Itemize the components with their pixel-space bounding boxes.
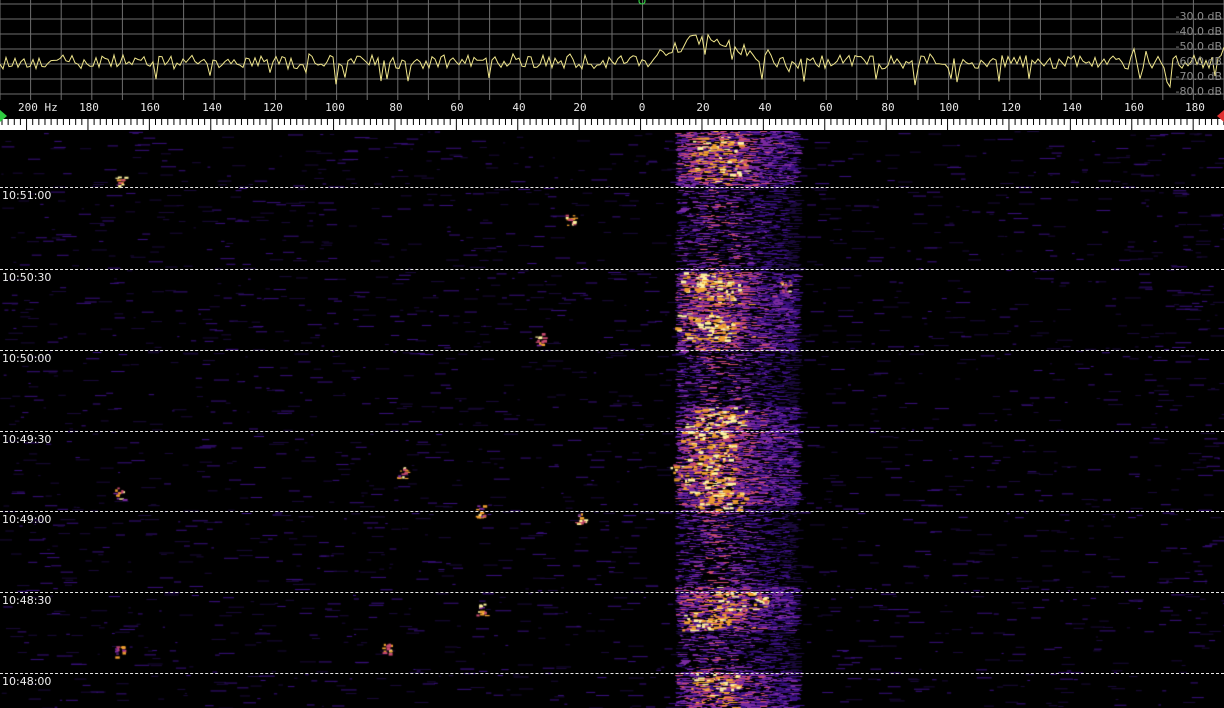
scale-tick-label: 100 — [325, 101, 345, 114]
time-label: 10:49:30 — [2, 433, 52, 446]
scale-tick-label: 140 — [202, 101, 222, 114]
db-label: -40.0 dB — [1175, 25, 1223, 38]
scale-tick-label: 120 — [1001, 101, 1021, 114]
scale-tick-label: 180 — [79, 101, 99, 114]
scale-tick-label: 40 — [512, 101, 526, 114]
frequency-ruler — [0, 110, 1224, 130]
scale-unit-label: 200 Hz — [18, 101, 58, 114]
scale-ruler-bar — [0, 119, 1224, 130]
db-label: -80.0 dB — [1175, 85, 1223, 98]
time-marker-line — [0, 511, 1224, 512]
scale-tick-label: 60 — [819, 101, 833, 114]
scale-tick-label: 0 — [638, 101, 646, 114]
time-marker-line — [0, 673, 1224, 674]
db-label: -50.0 dB — [1175, 40, 1223, 53]
waterfall-display[interactable]: 10:51:00 10:50:30 10:50:00 10:49:30 10:4… — [0, 131, 1224, 708]
scale-tick-label: 180 — [1185, 101, 1205, 114]
time-marker-line — [0, 431, 1224, 432]
spectrum-graph — [0, 0, 1224, 100]
scale-tick-label: 40 — [758, 101, 772, 114]
time-marker-line — [0, 187, 1224, 188]
scale-tick-label: 140 — [1062, 101, 1082, 114]
db-label: -70.0 dB — [1175, 70, 1223, 83]
time-label: 10:49:00 — [2, 513, 52, 526]
scale-tick-label: 20 — [696, 101, 710, 114]
scale-tick-label: 100 — [939, 101, 959, 114]
time-label: 10:50:00 — [2, 352, 52, 365]
scale-tick-label: 60 — [450, 101, 464, 114]
waterfall-canvas — [0, 131, 1224, 708]
scale-tick-label: 20 — [573, 101, 587, 114]
waterfall-app: -30.0 dB -40.0 dB -50.0 dB -60.0 dB -70.… — [0, 0, 1224, 708]
center-frequency-marker — [638, 0, 646, 5]
scale-tick-label: 80 — [881, 101, 895, 114]
time-label: 10:50:30 — [2, 271, 52, 284]
frequency-scale[interactable]: 200 Hz 180 160 140 120 100 80 60 40 20 0… — [0, 100, 1224, 130]
db-label: -60.0 dB — [1175, 55, 1223, 68]
time-label: 10:48:30 — [2, 594, 52, 607]
time-marker-line — [0, 350, 1224, 351]
spectrum-display[interactable]: -30.0 dB -40.0 dB -50.0 dB -60.0 dB -70.… — [0, 0, 1224, 100]
scale-tick-label: 80 — [389, 101, 403, 114]
time-marker-line — [0, 269, 1224, 270]
time-label: 10:48:00 — [2, 675, 52, 688]
time-marker-line — [0, 592, 1224, 593]
scale-tick-label: 160 — [1124, 101, 1144, 114]
scale-tick-label: 160 — [140, 101, 160, 114]
time-label: 10:51:00 — [2, 189, 52, 202]
db-label: -30.0 dB — [1175, 10, 1223, 23]
scale-tick-label: 120 — [263, 101, 283, 114]
